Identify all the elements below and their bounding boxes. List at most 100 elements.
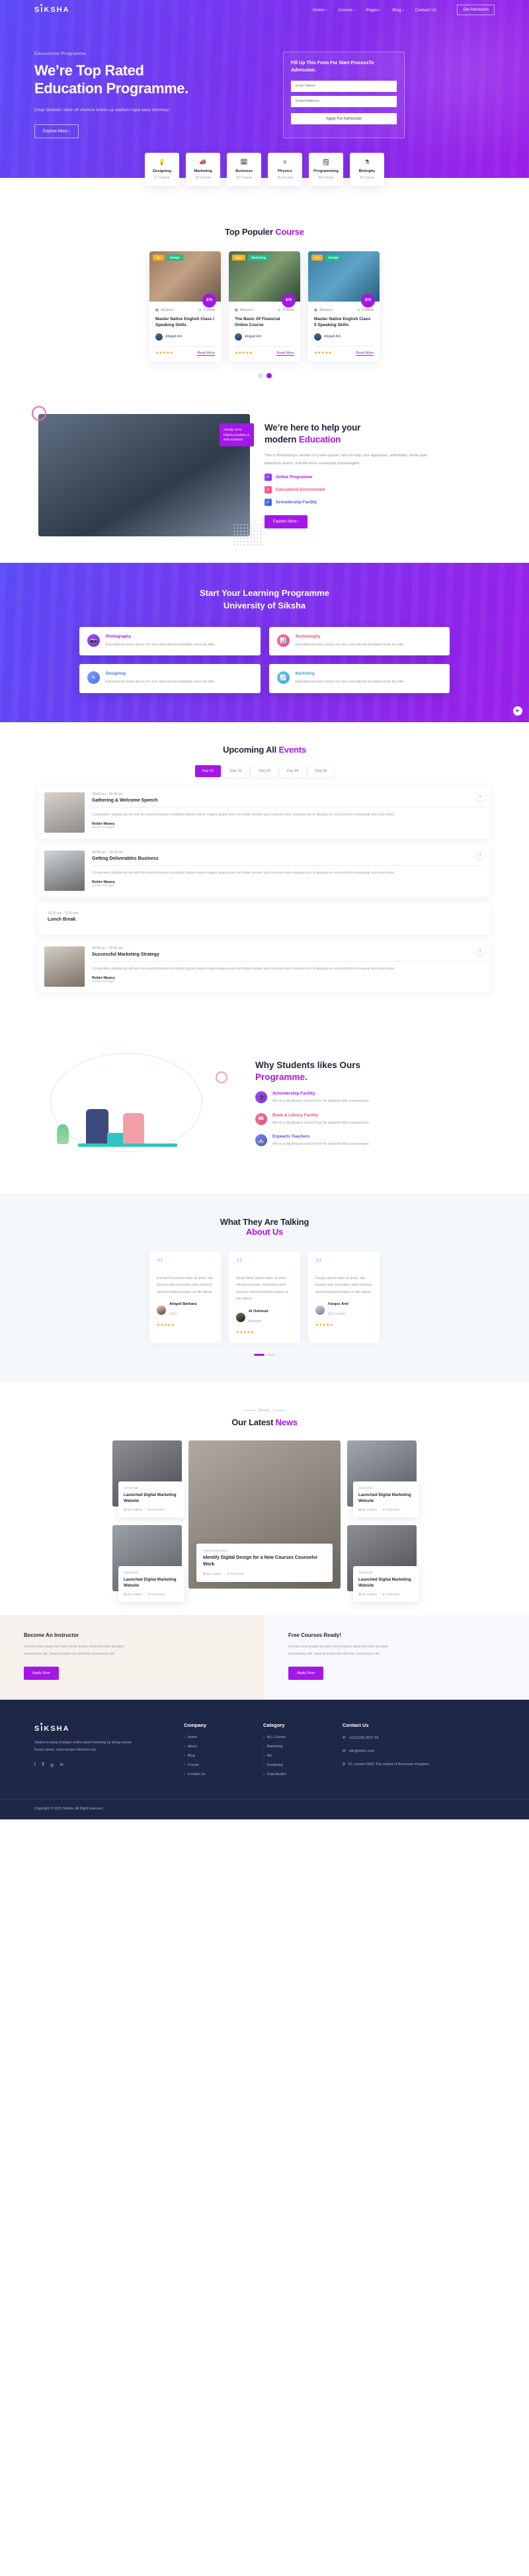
course-card[interactable]: Art Design $79 ▦ Advance ◷ 5 Week Master…: [308, 251, 380, 362]
course-body: ▦ Advance ◷ 5 Week Master Native English…: [308, 302, 380, 362]
course-author: Abigail Am: [235, 333, 294, 347]
testimonial-quote: Farguc ipsum dolor sit amet, elitr ipsci…: [315, 1276, 372, 1294]
programme-card-photography[interactable]: 📷 Photography Educational lorem ipsum mo…: [79, 626, 261, 656]
category-count: 25 Course: [277, 175, 293, 180]
avatar: [157, 1306, 166, 1315]
event-speaker-role: Senior manager: [92, 980, 115, 984]
quote-icon: ”: [315, 1255, 322, 1272]
nav-item-contact-us[interactable]: Contact Us: [415, 8, 437, 13]
category-card-business[interactable]: 🗓 Business 32 Course: [227, 152, 261, 186]
programme-card-marketing[interactable]: 📈 Marketing Educational lorem ipsum mo m…: [268, 664, 450, 693]
read-more-link[interactable]: Read More: [356, 351, 374, 356]
course-title: The Basic Of Financial Online Course: [235, 316, 280, 328]
footer-link-about[interactable]: About: [184, 1745, 263, 1749]
footer-link-art[interactable]: Art: [263, 1754, 343, 1758]
learning-title-line2: University of Siksha: [223, 601, 306, 611]
learning-title: Start Your Learning Programme University…: [0, 587, 529, 612]
feature-label: Online Programme: [276, 474, 313, 479]
news-card[interactable]: Javascript Launched Digital Marketing We…: [347, 1440, 419, 1517]
tab-day-02[interactable]: Day 02: [223, 765, 250, 777]
footer-link-marketing[interactable]: Marketing: [263, 1745, 343, 1749]
programme-card-technologhy[interactable]: 📊 Technologhy Educational lorem ipsum mo…: [268, 626, 450, 656]
calendar-icon: ▤: [358, 1593, 362, 1597]
linkedin-icon[interactable]: in: [60, 1763, 63, 1768]
category-card-marketing[interactable]: 📣 Marketing 20 Course: [186, 152, 220, 186]
nav-item-home[interactable]: Home+: [313, 8, 327, 13]
read-more-link[interactable]: Read More: [276, 351, 294, 356]
course-tags: Art Design: [153, 254, 183, 261]
footer-phone[interactable]: ✆ +(111)256 3527 56: [343, 1735, 448, 1742]
footer-link-home[interactable]: Home: [184, 1735, 263, 1739]
footer-link-data-analist[interactable]: Data Analist: [263, 1772, 343, 1776]
share-icon[interactable]: ↪: [476, 851, 484, 859]
apply-now-button-left[interactable]: Apply Now: [24, 1666, 59, 1680]
share-icon[interactable]: ↪: [476, 946, 484, 955]
category-card-physics[interactable]: ⚛ Physics 25 Course: [268, 152, 302, 186]
event-row[interactable]: 09:00 am - 09:30 am Getting Deliverables…: [38, 844, 491, 897]
get-admission-button[interactable]: Get Admission: [457, 5, 495, 15]
avatar: [315, 1306, 325, 1315]
read-more-link[interactable]: Read More: [197, 351, 215, 356]
twitter-icon[interactable]: 𝐓: [42, 1763, 44, 1768]
nav-item-blog[interactable]: Blog+: [392, 8, 403, 13]
name-input[interactable]: [291, 80, 397, 92]
facebook-icon[interactable]: f: [34, 1763, 36, 1768]
nav-item-course[interactable]: Course+: [338, 8, 354, 13]
footer-link-contact-us[interactable]: Contact Us: [184, 1772, 263, 1776]
news-card-featured[interactable]: Online Education Identify Digital Design…: [188, 1440, 341, 1589]
event-speaker-role: Senior manager: [92, 826, 115, 830]
event-row[interactable]: 09:00 am - 09:30 am Gathering & Welcome …: [38, 786, 491, 839]
testimonial-quote: Eurtugul Freeman dolor sit amet, elitr i…: [157, 1276, 214, 1294]
play-button-icon[interactable]: ▶: [513, 706, 522, 716]
programme-card-designing[interactable]: ✎ Designing Educational lorem ipsum mo m…: [79, 664, 261, 693]
share-icon[interactable]: ↪: [476, 792, 484, 801]
tab-day-01[interactable]: Day 01: [194, 765, 222, 777]
footer-link-blog[interactable]: Blog: [184, 1754, 263, 1758]
category-card-biologhy[interactable]: ⚗ Biologhy 8 Course: [350, 152, 384, 186]
testimonial-dot-active[interactable]: [254, 1353, 264, 1356]
category-card-designing[interactable]: 💡 Designing 11 Course: [145, 152, 179, 186]
instagram-icon[interactable]: ◎: [50, 1763, 54, 1768]
nav-item-pages[interactable]: Pages+: [366, 8, 382, 13]
event-row[interactable]: 09:00 am - 09:30 am Successful Marketing…: [38, 940, 491, 993]
category-card-programming[interactable]: 🗒 Programming 30 Course: [309, 152, 343, 186]
course-card[interactable]: Data Marketing $79 ▦ Advance ◷ 5 Week Th…: [229, 251, 300, 362]
footer-link-all-course[interactable]: ALL Course: [263, 1735, 343, 1739]
carousel-dot[interactable]: [257, 372, 263, 378]
nav-menu: Home+ Course+ Pages+ Blog+ Contact Us Ge…: [313, 5, 495, 15]
testimonial-dot[interactable]: [267, 1353, 275, 1356]
testimonial-card: ” Eurtugul Freeman dolor sit amet, elitr…: [149, 1251, 221, 1343]
footer-link-course[interactable]: Course: [184, 1763, 263, 1767]
hero-explore-more-button[interactable]: Explore More ›: [34, 124, 79, 138]
news-category: Online Education: [203, 1549, 227, 1553]
cta-desc: Grursus mal suada faci lisis Lorem ipsum…: [24, 1644, 124, 1656]
testimonials-section: What They Are Talking About Us ” Eurtugu…: [0, 1192, 529, 1382]
news-comments: ● Comment: [382, 1508, 399, 1512]
tab-day-05[interactable]: Day 05: [307, 765, 335, 777]
news-title-text: Launched Digital Marketing Website: [124, 1493, 177, 1504]
news-card[interactable]: Javascript Launched Digital Marketing We…: [112, 1440, 184, 1517]
check-icon: ✓: [264, 498, 272, 506]
circle-accent-icon: [216, 1071, 227, 1083]
category-name: Physics: [278, 169, 292, 173]
testimonial-author-name: Abigail Barbara: [169, 1302, 197, 1307]
footer-logo[interactable]: SIKSHA: [34, 1722, 70, 1733]
news-card[interactable]: Javascript Launched Digital Marketing We…: [347, 1524, 419, 1602]
check-icon: ✓: [264, 473, 272, 481]
tab-day-03[interactable]: Day 03: [251, 765, 278, 777]
email-input[interactable]: [291, 95, 397, 107]
news-card[interactable]: Javascript Launched Digital Marketing We…: [112, 1524, 184, 1602]
apply-now-button-right[interactable]: Apply Now: [288, 1666, 323, 1680]
help-explore-more-button[interactable]: Explore More ›: [264, 515, 308, 528]
footer-link-designing[interactable]: Designing: [263, 1763, 343, 1767]
event-title: Getting Deliverables Business: [92, 856, 485, 866]
footer-email[interactable]: ✉ info@drivic.com: [343, 1749, 448, 1755]
course-card[interactable]: Art Design $79 ▦ Advance ◷ 5 Week Master…: [149, 251, 221, 362]
carousel-dot-active[interactable]: [266, 372, 272, 378]
tab-day-04[interactable]: Day 04: [279, 765, 306, 777]
course-duration: ◷ 5 Week: [356, 308, 374, 312]
site-logo[interactable]: SIKSHA: [34, 4, 70, 14]
news-caption: Javascript Launched Digital Marketing We…: [118, 1566, 184, 1602]
level-bars-icon: ▦: [235, 308, 238, 312]
apply-for-admission-button[interactable]: Apply For Admission: [291, 113, 397, 125]
